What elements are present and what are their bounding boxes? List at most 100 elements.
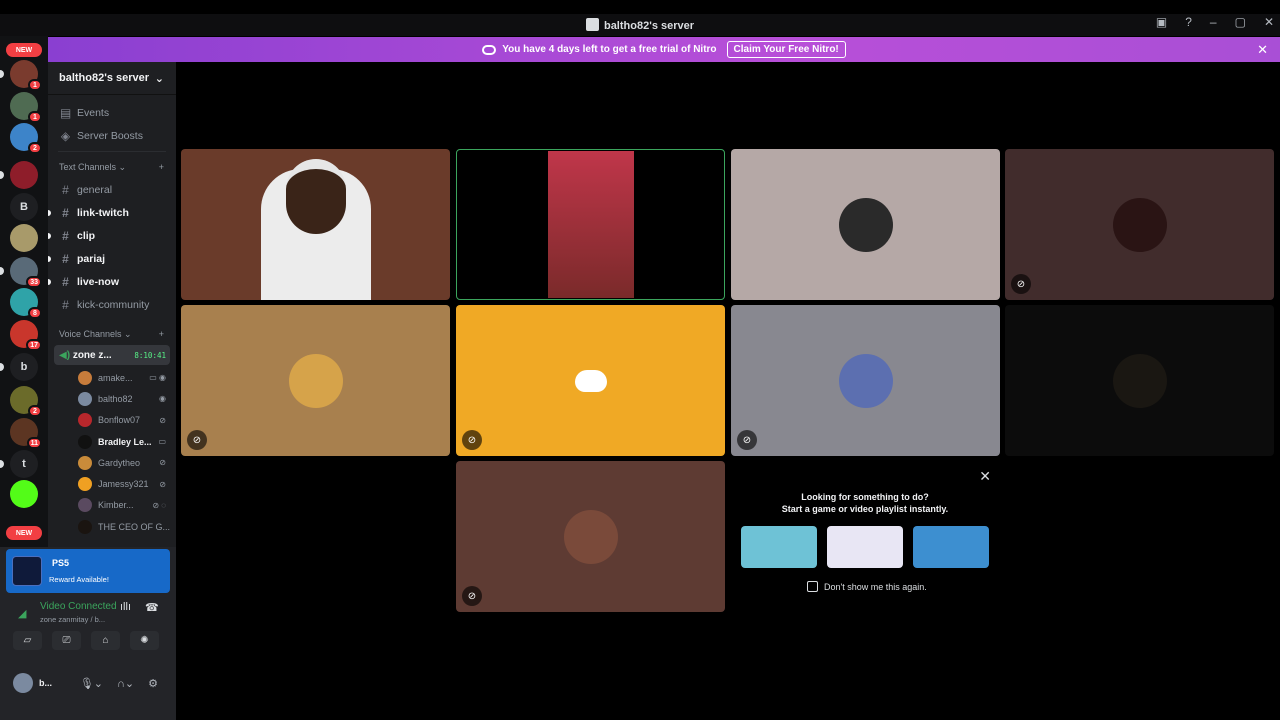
voice-user[interactable]: Kimber... ⊘ ◌ — [48, 495, 176, 516]
activity-card[interactable] — [741, 526, 817, 568]
unread-dot — [48, 209, 51, 216]
checkbox-label: Don't show me this again. — [824, 581, 927, 592]
webcam-face — [286, 159, 346, 234]
participant-tile[interactable] — [731, 149, 1000, 300]
text-channels-category[interactable]: Text Channels ⌄ + — [48, 156, 176, 178]
channel-general[interactable]: # general — [48, 178, 176, 201]
voice-user[interactable]: Bonflow07 ⊘ — [48, 410, 176, 431]
voice-channels-category[interactable]: Voice Channels ⌄ + — [48, 323, 176, 345]
claim-nitro-button[interactable]: Claim Your Free Nitro! — [726, 41, 846, 58]
divider — [58, 151, 166, 152]
microphone-icon[interactable]: 🎙︎⌄ — [80, 677, 103, 690]
voice-user-name: Gardytheo — [98, 457, 141, 468]
server-icon[interactable]: 11 — [10, 418, 42, 449]
minimize-button[interactable]: – — [1210, 15, 1217, 29]
server-icon[interactable]: 1 — [10, 60, 42, 91]
voice-user[interactable]: Jamessy321 ⊘ — [48, 473, 176, 494]
server-icon[interactable]: 2 — [10, 386, 42, 417]
voice-status-icon: ⊘ — [159, 458, 166, 468]
add-channel-icon[interactable]: + — [159, 329, 164, 339]
server-boosts-item[interactable]: ◈ Server Boosts — [48, 124, 176, 147]
soundboard-icon[interactable]: ✺ — [130, 631, 159, 650]
checkbox-box[interactable] — [807, 581, 818, 592]
signal-icon: ◢ — [18, 608, 27, 620]
voice-timer: 8:10:41 — [134, 350, 166, 360]
server-icon[interactable] — [10, 224, 38, 252]
disconnect-icon[interactable]: ☎ — [145, 601, 159, 614]
voice-user[interactable]: Bradley Le... ▭ — [48, 431, 176, 452]
camera-off-icon[interactable]: ▱ — [13, 631, 42, 650]
participant-tile[interactable]: ⊘ — [456, 461, 725, 612]
noise-suppression-icon[interactable]: ıllı — [120, 601, 131, 613]
channel-link-twitch[interactable]: # link-twitch — [48, 201, 176, 224]
server-icon[interactable]: B — [10, 193, 38, 221]
hash-icon: # — [62, 251, 69, 266]
close-icon[interactable]: ✕ — [979, 468, 991, 485]
voice-user[interactable]: THE CEO OF G... — [48, 516, 176, 537]
channel-pariaj[interactable]: # pariaj — [48, 247, 176, 270]
voice-user-name: Kimber... — [98, 500, 134, 511]
mention-badge: 17 — [26, 339, 42, 351]
voice-user-name: amake... — [98, 372, 133, 383]
avatar[interactable] — [13, 673, 33, 693]
voice-user-name: baltho82 — [98, 393, 133, 404]
voice-user[interactable]: baltho82 ◉ — [48, 388, 176, 409]
activity-suggestion-popup: ✕ Looking for something to do? Start a g… — [731, 462, 999, 612]
headphones-icon[interactable]: ∩⌄ — [117, 677, 134, 690]
participant-tile[interactable]: ⊘ — [1005, 149, 1274, 300]
banner-close-icon[interactable]: ✕ — [1257, 42, 1268, 58]
username[interactable]: b... — [39, 678, 52, 688]
window-controls: ▣ ? – ▢ ✕ — [1156, 15, 1274, 29]
mic-muted-icon: ⊘ — [737, 430, 757, 450]
help-icon[interactable]: ? — [1185, 15, 1192, 29]
participant-tile[interactable]: ⊘ — [731, 305, 1000, 456]
events-item[interactable]: ▤ Events — [48, 101, 176, 124]
participant-tile[interactable]: ⊘ — [456, 305, 725, 456]
chevron-down-icon: ⌄ — [154, 72, 164, 85]
channel-live-now[interactable]: # live-now — [48, 270, 176, 293]
connection-status[interactable]: Video Connected — [40, 601, 117, 612]
server-icon[interactable]: 2 — [10, 123, 42, 154]
server-icon[interactable]: b — [10, 353, 38, 381]
voice-user-name: Bonflow07 — [98, 415, 141, 426]
connection-channel[interactable]: zone zanmitay / b... — [40, 615, 105, 624]
server-icon[interactable]: 33 — [10, 257, 42, 288]
avatar — [78, 498, 92, 513]
unread-dot — [48, 232, 51, 239]
ps5-reward-card[interactable]: PS5 Reward Available! — [6, 549, 170, 593]
unread-pill — [0, 460, 4, 468]
voice-channel-active[interactable]: ◀) zone z... 8:10:41 — [54, 345, 170, 365]
inbox-icon[interactable]: ▣ — [1156, 15, 1167, 29]
server-icon[interactable]: 17 — [10, 320, 42, 351]
voice-user[interactable]: Gardytheo ⊘ — [48, 452, 176, 473]
activity-card[interactable] — [913, 526, 989, 568]
channel-kick-community[interactable]: # kick-community — [48, 293, 176, 316]
server-icon[interactable] — [10, 161, 38, 189]
unread-dot — [48, 278, 51, 285]
dont-show-again-checkbox[interactable]: Don't show me this again. — [807, 581, 927, 592]
participant-tile[interactable] — [456, 149, 725, 300]
voice-status-icon: ◉ — [159, 394, 166, 404]
server-header[interactable]: baltho82's server ⌄ — [48, 62, 176, 95]
participant-tile[interactable]: ⊘ — [181, 305, 450, 456]
participant-tile[interactable] — [181, 149, 450, 300]
mention-badge: 33 — [26, 276, 42, 288]
mention-badge: 2 — [28, 405, 42, 417]
server-icon[interactable] — [10, 480, 38, 508]
add-channel-icon[interactable]: + — [159, 162, 164, 172]
user-panel: PS5 Reward Available! ◢ Video Connected … — [0, 547, 176, 720]
server-icon[interactable]: t — [10, 450, 38, 478]
close-button[interactable]: ✕ — [1264, 15, 1274, 29]
voice-user[interactable]: amake... ▭ ◉ — [48, 367, 176, 388]
screen-share-icon[interactable]: ⎚ — [52, 631, 81, 650]
server-icon[interactable]: 8 — [10, 288, 42, 319]
participant-tile[interactable] — [1005, 305, 1274, 456]
gear-icon[interactable]: ⚙ — [148, 677, 158, 690]
channel-clip[interactable]: # clip — [48, 224, 176, 247]
maximize-button[interactable]: ▢ — [1235, 15, 1246, 29]
mic-muted-icon: ⊘ — [462, 586, 482, 606]
activity-card[interactable] — [827, 526, 903, 568]
mention-badge: 8 — [28, 307, 42, 319]
server-icon[interactable]: 1 — [10, 92, 42, 123]
activity-icon[interactable]: ⌂ — [91, 631, 120, 650]
